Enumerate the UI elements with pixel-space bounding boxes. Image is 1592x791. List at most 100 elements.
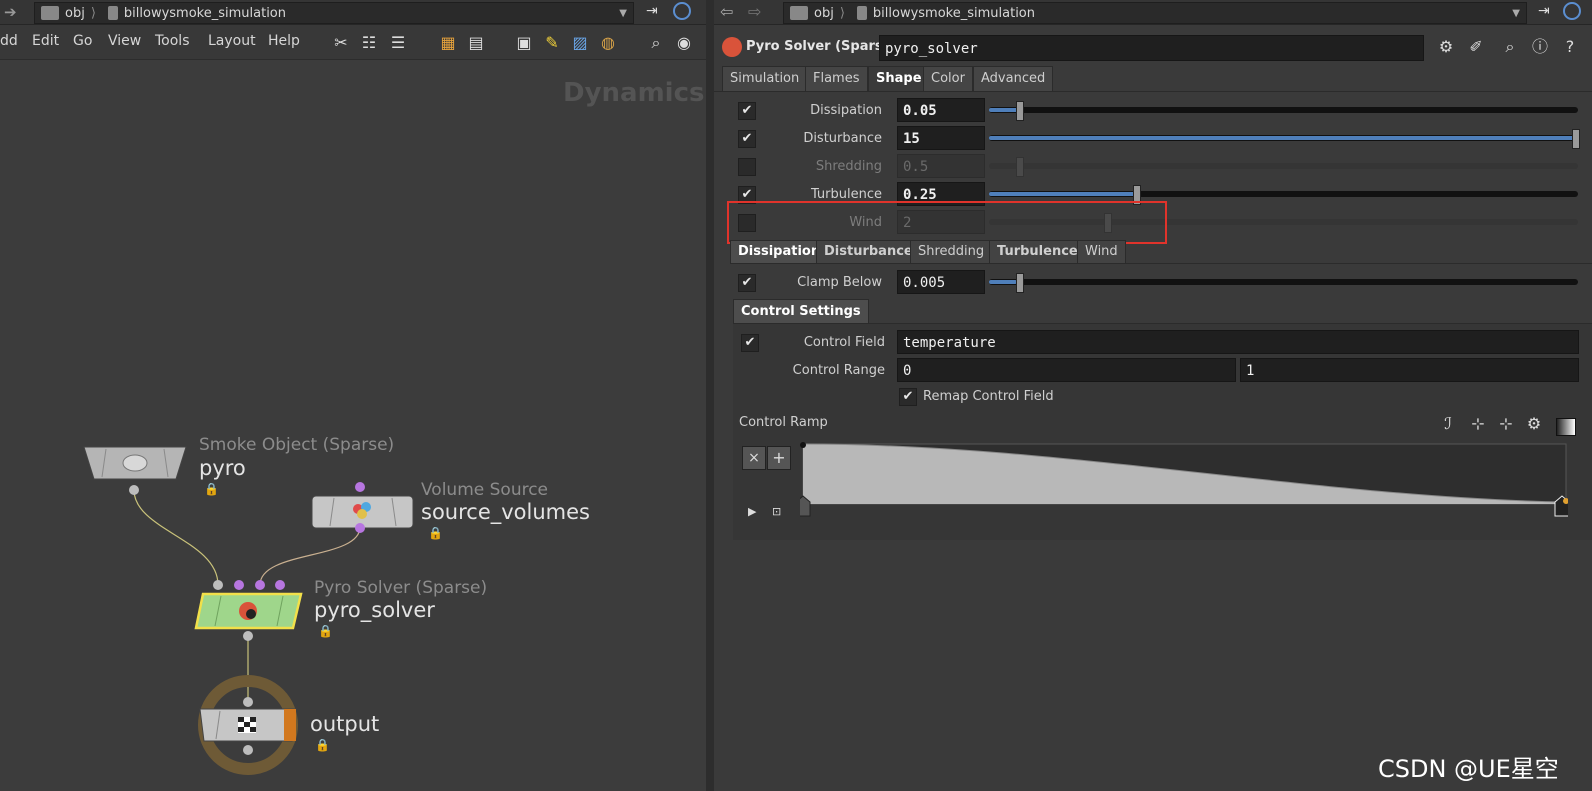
flip-horizontal-icon[interactable]: ⊹ xyxy=(1468,414,1488,434)
smoke-node-type: Smoke Object (Sparse) xyxy=(199,435,395,455)
turbulence-label: Turbulence xyxy=(810,187,882,202)
search-icon[interactable]: ⌕ xyxy=(1500,37,1520,57)
clamp-below-field[interactable]: 0.005 xyxy=(897,270,985,294)
volume-node-output-port[interactable] xyxy=(355,523,365,533)
clamp-below-slider[interactable] xyxy=(989,279,1578,285)
solver-output-port[interactable] xyxy=(243,631,253,641)
solver-input-port-4[interactable] xyxy=(275,580,285,590)
solver-node-type: Pyro Solver (Sparse) xyxy=(314,578,488,598)
solver-input-port-2[interactable] xyxy=(234,580,244,590)
dop-network-icon xyxy=(856,6,867,20)
help-icon[interactable]: ? xyxy=(1560,37,1580,57)
shredding-slider[interactable] xyxy=(989,163,1578,169)
network-folder-icon xyxy=(790,6,808,20)
ramp-delete-button[interactable]: × xyxy=(742,446,766,470)
pyro-solver-node[interactable] xyxy=(193,591,305,631)
turbulence-slider[interactable] xyxy=(989,191,1578,197)
remap-control-field-label: Remap Control Field xyxy=(923,389,1054,404)
slider-handle[interactable] xyxy=(1016,101,1024,121)
ramp-play-icon[interactable]: ▶ xyxy=(748,505,756,518)
forward-arrow-icon[interactable]: ⇨ xyxy=(748,2,761,21)
shredding-field[interactable]: 0.5 xyxy=(897,154,985,178)
smoke-node-name[interactable]: pyro xyxy=(199,456,246,480)
control-field-label: Control Field xyxy=(803,335,885,350)
gear-icon[interactable]: ⚙ xyxy=(1436,37,1456,57)
output-node-name[interactable]: output xyxy=(310,712,379,736)
shredding-label: Shredding xyxy=(815,159,882,174)
lock-icon: 🔒 xyxy=(315,738,330,752)
watermark: CSDN @UE星空 xyxy=(1378,755,1559,783)
dissipation-field[interactable]: 0.05 xyxy=(897,98,985,122)
clamp-below-label: Clamp Below xyxy=(797,275,882,290)
pyro-solver-icon xyxy=(722,37,742,57)
path-network[interactable]: billowysmoke_simulation xyxy=(873,6,1035,21)
subtab-turbulence[interactable]: Turbulence xyxy=(989,240,1086,263)
subtab-wind[interactable]: Wind xyxy=(1077,240,1126,263)
disturbance-slider[interactable] xyxy=(989,135,1578,141)
subtab-divider xyxy=(730,263,1592,264)
node-wires xyxy=(133,489,361,700)
ramp-add-button[interactable]: + xyxy=(767,446,791,470)
control-field-input[interactable]: temperature xyxy=(897,330,1579,354)
volume-node-type: Volume Source xyxy=(421,480,549,500)
node-type-label: Pyro Solver (Sparse) xyxy=(746,39,898,54)
disturbance-label: Disturbance xyxy=(803,131,882,146)
control-settings-tab[interactable]: Control Settings xyxy=(733,299,869,324)
ramp-expand-icon[interactable]: ⊡ xyxy=(772,505,781,518)
slider-handle[interactable] xyxy=(1016,157,1024,177)
highlight-box xyxy=(727,201,1167,244)
control-ramp-label: Control Ramp xyxy=(739,415,828,430)
control-range-min[interactable]: 0 xyxy=(897,358,1236,382)
parm-path-breadcrumb[interactable]: obj ⟩ billowysmoke_simulation ▼ xyxy=(783,2,1527,24)
tab-advanced[interactable]: Advanced xyxy=(973,66,1054,91)
lock-icon: 🔒 xyxy=(428,526,443,540)
smoke-object-node[interactable] xyxy=(80,443,190,483)
slider-fill xyxy=(989,192,1135,196)
output-output-port[interactable] xyxy=(243,745,253,755)
control-ramp-graph[interactable] xyxy=(800,442,1568,522)
path-root[interactable]: obj xyxy=(814,6,834,21)
output-input-port[interactable] xyxy=(243,697,253,707)
solver-node-name[interactable]: pyro_solver xyxy=(314,598,435,622)
path-dropdown-icon[interactable]: ▼ xyxy=(1512,8,1520,19)
brush-icon[interactable]: ✐ xyxy=(1466,37,1486,57)
back-arrow-icon[interactable]: ⇦ xyxy=(720,2,733,21)
subtab-disturbance[interactable]: Disturbance xyxy=(816,240,921,263)
output-node[interactable] xyxy=(196,673,304,777)
volume-node-input-port[interactable] xyxy=(355,482,365,492)
subtab-shredding[interactable]: Shredding xyxy=(910,240,993,263)
smoke-node-output-port[interactable] xyxy=(129,485,139,495)
pane-splitter[interactable] xyxy=(706,0,714,791)
slider-handle[interactable] xyxy=(1016,273,1024,293)
ramp-gear-icon[interactable]: ⚙ xyxy=(1524,414,1544,434)
pin-icon[interactable]: ⇥ xyxy=(1538,3,1550,19)
control-range-max[interactable]: 1 xyxy=(1240,358,1579,382)
solver-input-port-1[interactable] xyxy=(213,580,223,590)
interpolation-icon[interactable]: ℐ xyxy=(1438,414,1458,434)
subtab-dissipation[interactable]: Dissipation xyxy=(730,240,829,263)
lock-icon: 🔒 xyxy=(318,624,333,638)
solver-input-port-3[interactable] xyxy=(255,580,265,590)
network-editor-pane: ➔ obj ⟩ billowysmoke_simulation ▼ ⇥ dd E… xyxy=(0,0,706,791)
tab-simulation[interactable]: Simulation xyxy=(722,66,808,91)
volume-node-name[interactable]: source_volumes xyxy=(421,500,590,524)
link-icon[interactable] xyxy=(1563,2,1581,20)
slider-fill xyxy=(989,280,1017,284)
tab-shape[interactable]: Shape xyxy=(868,66,930,91)
flip-vertical-icon[interactable]: ⊹ xyxy=(1496,414,1516,434)
disturbance-field[interactable]: 15 xyxy=(897,126,985,150)
lock-icon: 🔒 xyxy=(204,482,219,496)
slider-fill xyxy=(989,136,1574,140)
slider-fill xyxy=(989,108,1019,112)
ramp-gradient-icon[interactable] xyxy=(1556,418,1576,436)
tab-divider xyxy=(714,91,1592,92)
remap-control-field-checkbox[interactable]: ✔ xyxy=(899,388,917,406)
tab-flames[interactable]: Flames xyxy=(805,66,868,91)
control-range-label: Control Range xyxy=(792,363,885,378)
slider-handle[interactable] xyxy=(1572,129,1580,149)
dissipation-label: Dissipation xyxy=(810,103,882,118)
info-icon[interactable]: ⓘ xyxy=(1530,37,1550,57)
tab-color[interactable]: Color xyxy=(923,66,973,91)
dissipation-slider[interactable] xyxy=(989,107,1578,113)
node-name-field[interactable]: pyro_solver xyxy=(879,35,1424,61)
